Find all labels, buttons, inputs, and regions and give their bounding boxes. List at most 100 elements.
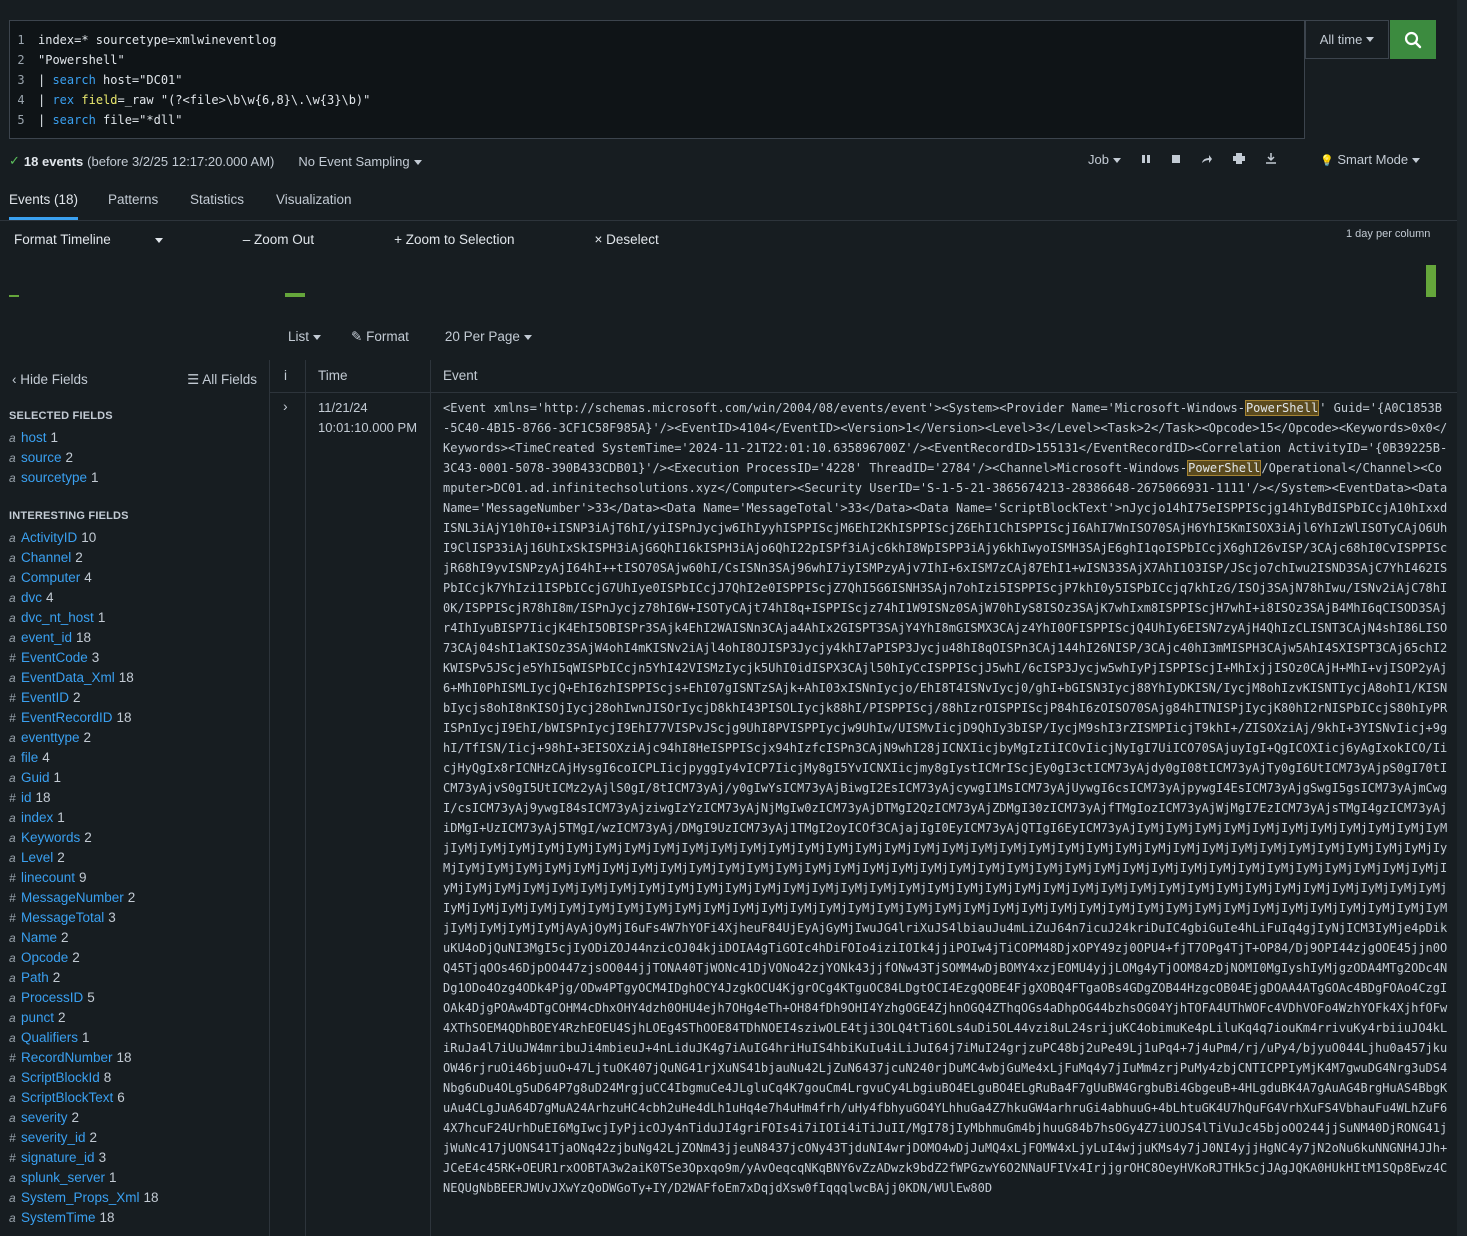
field-name: Qualifiers [21, 1030, 79, 1045]
timeline-bar[interactable] [9, 295, 19, 297]
field-type-icon: # [9, 1131, 16, 1145]
field-count: 2 [61, 930, 69, 945]
field-item-opcode[interactable]: a Opcode 2 [9, 948, 159, 968]
field-item-eventrecordid[interactable]: # EventRecordID 18 [9, 708, 159, 728]
field-item-activityid[interactable]: a ActivityID 10 [9, 528, 159, 548]
field-item-level[interactable]: a Level 2 [9, 848, 159, 868]
field-item-system-props-xml[interactable]: a System_Props_Xml 18 [9, 1188, 159, 1208]
field-item-host[interactable]: a host 1 [9, 428, 99, 448]
field-type-icon: # [9, 691, 16, 705]
all-fields-button[interactable]: ☰ All Fields [187, 372, 257, 388]
field-count: 2 [75, 550, 83, 565]
field-type-icon: a [9, 991, 16, 1005]
field-item-guid[interactable]: a Guid 1 [9, 768, 159, 788]
field-item-severity-id[interactable]: # severity_id 2 [9, 1128, 159, 1148]
field-item-eventdata-xml[interactable]: a EventData_Xml 18 [9, 668, 159, 688]
field-item-qualifiers[interactable]: a Qualifiers 1 [9, 1028, 159, 1048]
list-icon: ☰ [187, 372, 203, 387]
field-name: Computer [21, 570, 81, 585]
field-item-index[interactable]: a index 1 [9, 808, 159, 828]
field-item-recordnumber[interactable]: # RecordNumber 18 [9, 1048, 159, 1068]
field-item-sourcetype[interactable]: a sourcetype 1 [9, 468, 99, 488]
field-item-channel[interactable]: a Channel 2 [9, 548, 159, 568]
hide-fields-button[interactable]: ‹ Hide Fields [12, 372, 88, 388]
field-item-punct[interactable]: a punct 2 [9, 1008, 159, 1028]
field-type-icon: # [9, 791, 16, 805]
field-name: ActivityID [21, 530, 78, 545]
job-menu[interactable]: Job [1088, 152, 1121, 167]
field-item-messagenumber[interactable]: # MessageNumber 2 [9, 888, 159, 908]
search-query-line[interactable]: 5 | search file="*dll" [10, 110, 370, 130]
expand-event-icon[interactable]: › [283, 398, 288, 414]
event-timestamp[interactable]: 11/21/24 10:01:10.000 PM [318, 398, 417, 438]
chevron-down-icon [1112, 158, 1121, 164]
search-query-line[interactable]: 3 | search host="DC01" [10, 70, 370, 90]
field-item-file[interactable]: a file 4 [9, 748, 159, 768]
tab-events[interactable]: Events (18) [9, 192, 79, 220]
field-name: id [21, 790, 32, 805]
field-name: punct [21, 1010, 55, 1025]
field-item-dvc-nt-host[interactable]: a dvc_nt_host 1 [9, 608, 159, 628]
time-column-header[interactable]: Time [318, 368, 348, 383]
field-name: sourcetype [21, 470, 88, 485]
event-raw-text[interactable]: <Event xmlns='http://schemas.microsoft.c… [443, 398, 1448, 1236]
field-item-severity[interactable]: a severity 2 [9, 1108, 159, 1128]
deselect-button[interactable]: × Deselect [595, 232, 699, 247]
field-item-scriptblockid[interactable]: a ScriptBlockId 8 [9, 1068, 159, 1088]
chevron-down-icon [413, 159, 422, 165]
timeline-bar[interactable] [1426, 265, 1436, 297]
field-item-eventid[interactable]: # EventID 2 [9, 688, 159, 708]
stop-icon[interactable] [1171, 152, 1181, 167]
field-item-processid[interactable]: a ProcessID 5 [9, 988, 159, 1008]
timeline-bar[interactable] [285, 293, 305, 297]
tab-patterns[interactable]: Patterns [108, 192, 158, 207]
field-item-linecount[interactable]: # linecount 9 [9, 868, 159, 888]
field-type-icon: a [9, 971, 16, 985]
field-item-scriptblocktext[interactable]: a ScriptBlockText 6 [9, 1088, 159, 1108]
field-item-messagetotal[interactable]: # MessageTotal 3 [9, 908, 159, 928]
field-type-icon: a [9, 531, 16, 545]
export-icon[interactable] [1265, 152, 1277, 167]
zoom-to-selection-button[interactable]: + Zoom to Selection [394, 232, 554, 247]
search-mode-dropdown[interactable]: 💡 Smart Mode [1320, 152, 1421, 167]
time-range-picker[interactable]: All time [1305, 20, 1389, 59]
field-item-eventtype[interactable]: a eventtype 2 [9, 728, 159, 748]
format-button[interactable]: ✎ Format [351, 329, 409, 345]
tab-visualization[interactable]: Visualization [276, 192, 352, 207]
column-divider [305, 360, 306, 1236]
field-item-keywords[interactable]: a Keywords 2 [9, 828, 159, 848]
search-button[interactable] [1390, 20, 1436, 59]
search-query-line[interactable]: 2 "Powershell" [10, 50, 370, 70]
pause-icon[interactable] [1141, 152, 1151, 167]
list-view-dropdown[interactable]: List [288, 329, 322, 345]
field-type-icon: a [9, 951, 16, 965]
per-page-dropdown[interactable]: 20 Per Page [445, 329, 532, 345]
field-item-computer[interactable]: a Computer 4 [9, 568, 159, 588]
field-item-dvc[interactable]: a dvc 4 [9, 588, 159, 608]
event-sampling-dropdown[interactable]: No Event Sampling [298, 154, 422, 169]
field-item-eventcode[interactable]: # EventCode 3 [9, 648, 159, 668]
events-table-header: i Time Event [270, 360, 1467, 393]
field-item-path[interactable]: a Path 2 [9, 968, 159, 988]
search-query-lines[interactable]: 1 index=* sourcetype=xmlwineventlog 2 "Powe… [10, 30, 370, 130]
search-query-editor[interactable]: 1 index=* sourcetype=xmlwineventlog 2 "Powe… [9, 20, 1305, 139]
zoom-out-button[interactable]: – Zoom Out [243, 232, 354, 247]
field-item-signature-id[interactable]: # signature_id 3 [9, 1148, 159, 1168]
field-item-name[interactable]: a Name 2 [9, 928, 159, 948]
field-item-splunk-server[interactable]: a splunk_server 1 [9, 1168, 159, 1188]
field-item-source[interactable]: a source 2 [9, 448, 99, 468]
tab-statistics[interactable]: Statistics [190, 192, 244, 207]
page-scrollbar[interactable] [1457, 0, 1467, 1236]
query-code: index=* sourcetype=xmlwineventlog [32, 30, 276, 50]
field-count: 2 [65, 450, 74, 465]
search-query-line[interactable]: 1 index=* sourcetype=xmlwineventlog [10, 30, 370, 50]
search-query-line[interactable]: 4 | rex field=_raw "(?<file>\b\w{6,8}\.\w… [10, 90, 370, 110]
print-icon[interactable] [1232, 152, 1245, 167]
field-item-event-id[interactable]: a event_id 18 [9, 628, 159, 648]
format-timeline-dropdown[interactable]: Format Timeline [14, 232, 203, 247]
list-view-label: List [288, 329, 310, 344]
share-icon[interactable] [1201, 152, 1213, 167]
field-item-systemtime[interactable]: a SystemTime 18 [9, 1208, 159, 1228]
field-item-id[interactable]: # id 18 [9, 788, 159, 808]
search-icon [1404, 31, 1422, 48]
